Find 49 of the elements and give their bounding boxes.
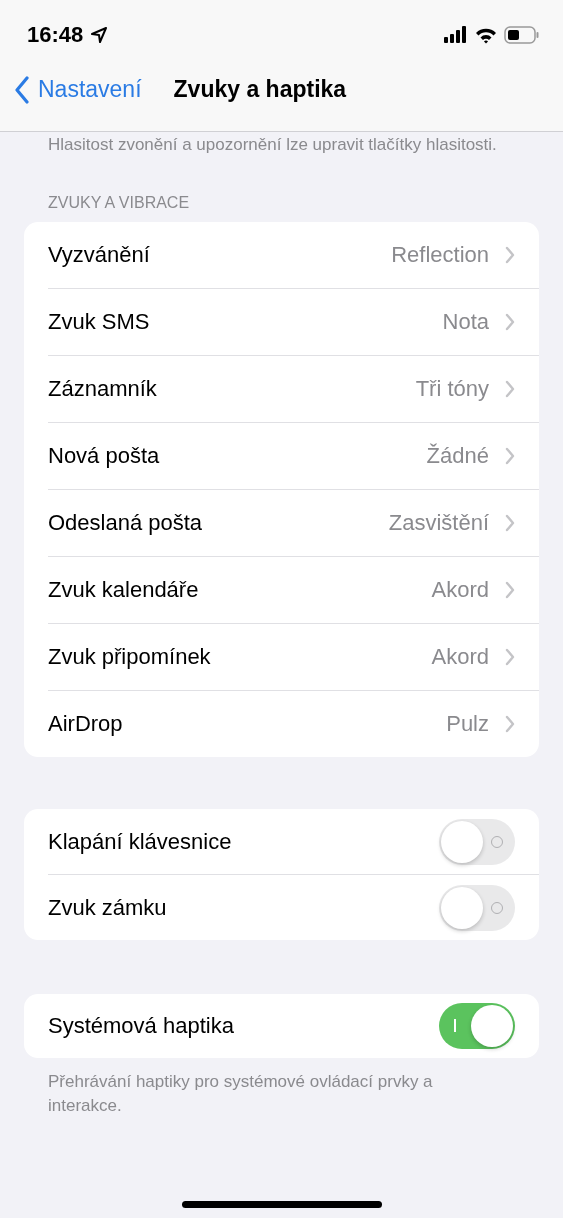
chevron-right-icon	[505, 447, 515, 465]
chevron-right-icon	[505, 313, 515, 331]
settings-row[interactable]: Odeslaná pošta Zasvištění	[48, 490, 539, 557]
settings-row[interactable]: Zvuk připomínek Akord	[48, 624, 539, 691]
chevron-right-icon	[505, 581, 515, 599]
row-label: Zvuk připomínek	[48, 644, 212, 670]
settings-row[interactable]: Záznamník Tři tóny	[48, 356, 539, 423]
row-label: Zvuk SMS	[48, 309, 151, 335]
chevron-left-icon	[14, 75, 30, 104]
row-label: Vyzvánění	[48, 242, 151, 268]
row-value: Tři tóny	[415, 376, 489, 402]
toggle-switch[interactable]	[439, 884, 515, 931]
status-time: 16:48	[27, 22, 84, 48]
settings-row[interactable]: Zvuk kalendáře Akord	[48, 557, 539, 624]
location-arrow-icon	[90, 26, 109, 44]
row-label: Zvuk zámku	[48, 894, 168, 921]
chevron-right-icon	[505, 514, 515, 532]
row-value: Akord	[431, 577, 489, 603]
settings-row[interactable]: Nová pošta Žádné	[48, 423, 539, 490]
row-value: Reflection	[391, 242, 489, 268]
row-value: Nota	[442, 309, 489, 335]
chevron-right-icon	[505, 648, 515, 666]
row-label: AirDrop	[48, 711, 124, 737]
chevron-right-icon	[505, 246, 515, 264]
battery-icon	[504, 26, 539, 44]
row-value: Žádné	[426, 443, 489, 469]
footer-text: Přehrávání haptiky pro systémové ovládací prvky a interakce.	[47, 1071, 434, 1117]
settings-row[interactable]: Zvuk SMS Nota	[48, 289, 539, 356]
intro-text: Hlasitost zvonění a upozornění lze upravit tlačítky hlasitosti.	[47, 134, 498, 156]
toggle-switch[interactable]	[439, 818, 515, 865]
section-header: ZVUKY A VIBRACE	[48, 194, 191, 212]
row-label: Systémová haptika	[48, 1013, 235, 1039]
settings-row[interactable]: AirDrop Pulz	[48, 691, 539, 757]
row-value: Akord	[431, 644, 489, 670]
row-label: Klapání klávesnice	[48, 828, 233, 855]
back-button[interactable]: Nastavení	[14, 75, 142, 104]
chevron-right-icon	[505, 715, 515, 733]
signal-icon	[444, 26, 468, 44]
settings-row[interactable]: Vyzvánění Reflection	[48, 222, 539, 289]
toggle-switch[interactable]	[439, 1003, 515, 1049]
wifi-icon	[475, 26, 497, 44]
chevron-right-icon	[505, 380, 515, 398]
row-label: Odeslaná pošta	[48, 510, 204, 536]
row-value: Pulz	[446, 711, 489, 737]
row-label: Nová pošta	[48, 443, 161, 469]
row-value: Zasvištění	[388, 510, 489, 536]
row-label: Zvuk kalendáře	[48, 577, 200, 603]
page-title: Zvuky a haptika	[173, 76, 347, 103]
row-label: Záznamník	[48, 376, 158, 402]
